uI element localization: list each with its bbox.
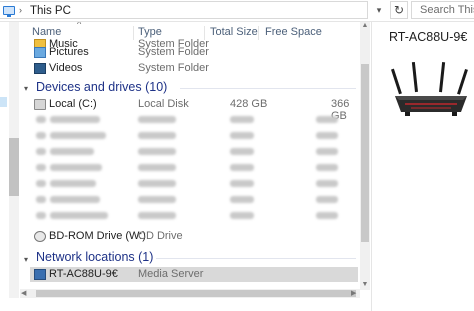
scroll-left-icon[interactable]: ◀: [21, 289, 26, 297]
folder-name: Pictures: [49, 46, 89, 58]
this-pc-icon: [3, 6, 15, 17]
drive-type: CD Drive: [138, 230, 183, 242]
search-input[interactable]: Search This PC: [411, 1, 474, 19]
drive-row-local-c[interactable]: Local (C:) Local Disk 428 GB 366 GB: [32, 97, 352, 122]
collapse-devices-chevron-icon[interactable]: ▾: [24, 84, 28, 93]
group-header-network[interactable]: Network locations (1): [36, 250, 153, 264]
horizontal-scroll-thumb[interactable]: [36, 290, 356, 297]
folder-name: Videos: [49, 62, 83, 74]
nav-scroll-thumb[interactable]: [9, 138, 19, 196]
file-list: ^ Name Type Total Size Free Space Music …: [20, 22, 360, 290]
breadcrumb-location[interactable]: This PC: [30, 5, 71, 17]
vertical-scroll-thumb[interactable]: [361, 64, 369, 242]
address-dropdown-icon[interactable]: ▾: [372, 3, 386, 17]
nav-selected-item[interactable]: [0, 97, 7, 107]
details-pane: RT-AC88U-9€: [371, 22, 474, 311]
group-header-devices[interactable]: Devices and drives (10): [36, 80, 167, 94]
folder-type: System Folder: [138, 62, 209, 74]
network-row-router[interactable]: RT-AC88U-9€ Media Server: [32, 267, 352, 283]
network-name: RT-AC88U-9€: [49, 268, 118, 280]
address-box[interactable]: › This PC: [0, 1, 368, 19]
refresh-button[interactable]: ↻: [390, 1, 408, 19]
media-server-icon: [34, 269, 46, 280]
group-divider: [156, 258, 356, 259]
drive-name: BD-ROM Drive (W:): [49, 230, 146, 242]
folder-type: System Folder: [138, 46, 209, 58]
folder-row-pictures[interactable]: Pictures System Folder: [32, 45, 352, 61]
sort-arrow-icon: ^: [77, 22, 82, 29]
router-image: [391, 61, 468, 116]
scroll-right-icon[interactable]: ▶: [351, 289, 356, 297]
drive-type: Local Disk: [138, 98, 189, 110]
network-type: Media Server: [138, 268, 204, 280]
local-disk-icon: [34, 99, 46, 110]
scroll-down-icon[interactable]: ▼: [361, 281, 369, 289]
pictures-folder-icon: [34, 47, 46, 58]
breadcrumb-chevron-icon[interactable]: ›: [19, 5, 22, 15]
group-divider: [180, 88, 356, 89]
scroll-up-icon[interactable]: ▲: [361, 22, 369, 30]
drive-total-size: 428 GB: [230, 98, 268, 110]
optical-drive-icon: [34, 231, 46, 242]
videos-folder-icon: [34, 63, 46, 74]
folder-row-videos[interactable]: Videos System Folder: [32, 61, 352, 77]
drive-row-bd-rom[interactable]: BD-ROM Drive (W:) CD Drive: [32, 229, 352, 245]
search-placeholder: Search This PC: [420, 4, 474, 16]
status-bar: [0, 298, 371, 311]
collapse-network-chevron-icon[interactable]: ▾: [24, 255, 28, 264]
drive-name: Local (C:): [49, 98, 97, 110]
details-title: RT-AC88U-9€: [389, 30, 468, 44]
address-bar: › This PC ▾ ↻ Search This PC: [0, 0, 474, 22]
